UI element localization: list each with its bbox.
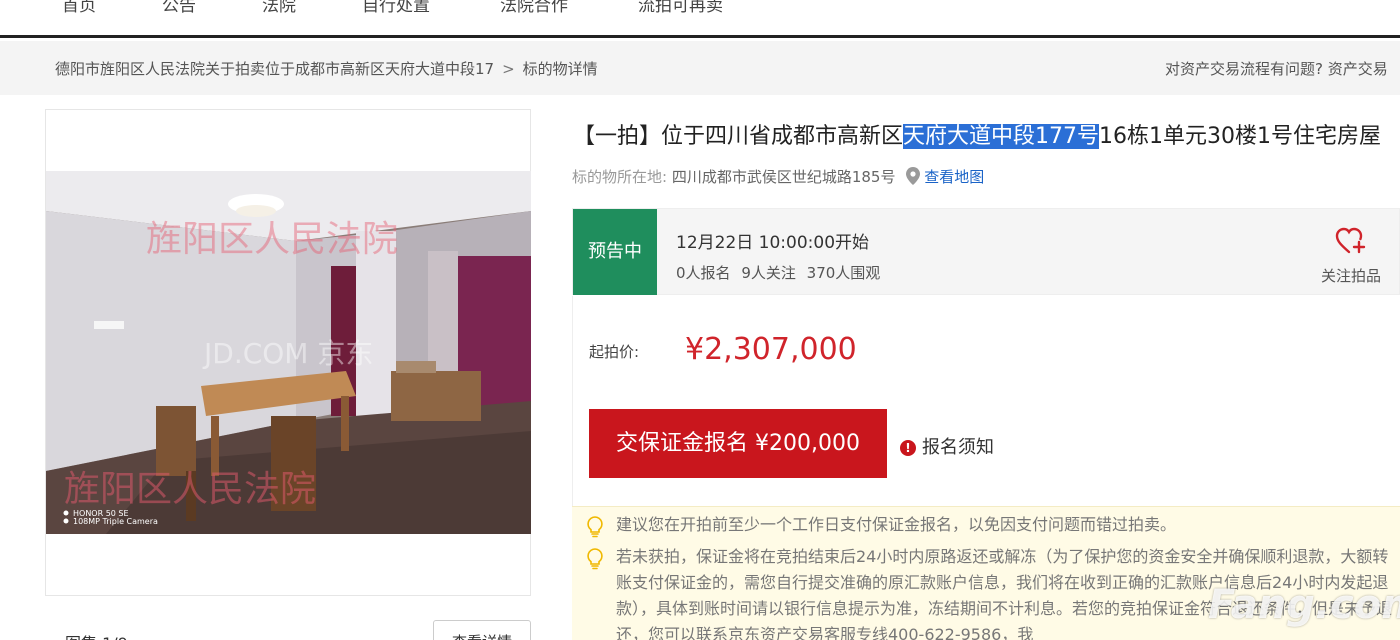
court-watermark-top: 旌阳区人民法院	[146, 219, 398, 260]
location-value: 四川成都市武侯区世纪城路185号	[671, 168, 896, 186]
help-link[interactable]: 对资产交易流程有问题? 资产交易	[1165, 58, 1388, 79]
lightbulb-icon	[586, 516, 604, 546]
court-watermark-bottom: 旌阳区人民法院	[64, 469, 316, 510]
location-label: 标的物所在地:	[572, 168, 668, 186]
tip-item: 建议您在开拍前至少一个工作日支付保证金报名，以免因支付问题而错过拍卖。	[586, 512, 1400, 538]
breadcrumb-announcement-link[interactable]: 德阳市旌阳区人民法院关于拍卖位于成都市高新区天府大道中段17	[55, 60, 494, 78]
registered-count: 0人报名	[676, 264, 731, 282]
follow-item-button[interactable]: 关注拍品	[1311, 227, 1391, 286]
property-photo[interactable]: 旌阳区人民法院 JD.COM 京东 旌阳区人民法院 HONOR 50 SE 10…	[46, 171, 531, 534]
tip-text-pay-early: 建议您在开拍前至少一个工作日支付保证金报名，以免因支付问题而错过拍卖。	[616, 515, 1177, 534]
auction-status-panel: 预告中 12月22日 10:00:00开始 0人报名 9人关注 370人围观 关…	[572, 208, 1400, 295]
jd-watermark: JD.COM 京东	[202, 337, 373, 370]
fang-watermark: Fang.com	[1208, 582, 1400, 628]
nav-item-court-partner[interactable]: 法院合作	[500, 0, 568, 16]
nav-item-home[interactable]: 首页	[62, 0, 96, 16]
gallery-counter: 图集 1/9	[65, 630, 128, 640]
nav-item-court[interactable]: 法院	[262, 0, 296, 16]
nav-item-self-disposal[interactable]: 自行处置	[362, 0, 430, 16]
pay-deposit-register-button[interactable]: 交保证金报名 ¥200,000	[589, 409, 887, 478]
image-gallery: 旌阳区人民法院 JD.COM 京东 旌阳区人民法院 HONOR 50 SE 10…	[45, 109, 531, 596]
top-nav: 首页 公告 法院 自行处置 法院合作 流拍可再卖	[0, 0, 1400, 38]
breadcrumb: 德阳市旌阳区人民法院关于拍卖位于成都市高新区天府大道中段17 > 标的物详情	[55, 58, 598, 79]
heart-plus-icon	[1335, 227, 1367, 259]
gallery-footer: 图集 1/9 查看详情	[45, 620, 531, 640]
nav-item-announcement[interactable]: 公告	[162, 0, 196, 16]
lightbulb-icon	[586, 548, 604, 578]
view-map-link[interactable]: 查看地图	[924, 168, 984, 186]
follow-item-label: 关注拍品	[1320, 267, 1381, 285]
registration-notice-label: 报名须知	[922, 437, 994, 458]
view-detail-button[interactable]: 查看详情	[433, 620, 531, 640]
item-title-suffix: 16栋1单元30楼1号住宅房屋	[1099, 124, 1381, 149]
auction-stats: 0人报名 9人关注 370人围观	[676, 262, 886, 283]
breadcrumb-bar: 德阳市旌阳区人民法院关于拍卖位于成都市高新区天府大道中段17 > 标的物详情 对资产…	[0, 41, 1400, 95]
follower-count: 9人关注	[741, 264, 796, 282]
starting-price-label: 起拍价:	[589, 343, 640, 361]
item-location: 标的物所在地: 四川成都市武侯区世纪城路185号 查看地图	[572, 166, 984, 189]
starting-price-value: ¥2,307,000	[685, 332, 857, 367]
status-badge: 预告中	[573, 209, 657, 295]
item-title-highlight: 天府大道中段177号	[903, 124, 1100, 149]
alert-icon: !	[900, 440, 916, 456]
viewer-count: 370人围观	[806, 264, 881, 282]
breadcrumb-separator: >	[502, 60, 515, 78]
item-title: 【一拍】位于四川省成都市高新区天府大道中段177号16栋1单元30楼1号住宅房屋	[573, 118, 1381, 150]
camera-stamp-spec: 108MP Triple Camera	[73, 517, 158, 526]
item-title-prefix: 【一拍】位于四川省成都市高新区	[573, 124, 904, 149]
breadcrumb-current: 标的物详情	[522, 60, 598, 78]
auction-start-time: 12月22日 10:00:00开始	[676, 233, 870, 253]
registration-notice-link[interactable]: ! 报名须知	[900, 433, 994, 459]
map-pin-icon	[906, 167, 921, 189]
nav-item-resale[interactable]: 流拍可再卖	[638, 0, 723, 16]
